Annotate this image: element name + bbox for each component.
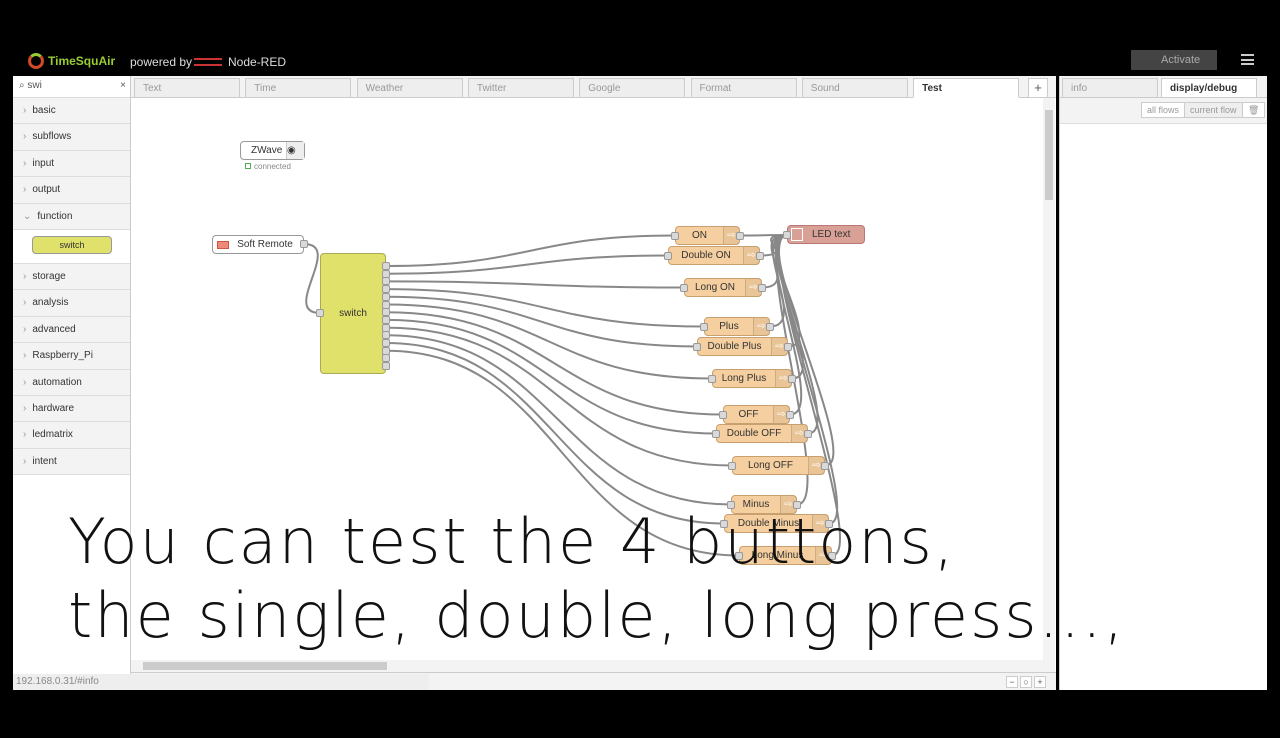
node-port[interactable]	[786, 410, 794, 419]
node-port[interactable]	[736, 231, 744, 240]
node-port[interactable]	[719, 410, 727, 419]
node-port[interactable]	[804, 429, 812, 438]
powered-by: powered by	[130, 55, 193, 69]
wire	[385, 280, 685, 289]
node-port[interactable]	[382, 339, 390, 347]
tab-text[interactable]: Text	[134, 78, 240, 98]
node-port[interactable]	[382, 362, 390, 371]
node-port[interactable]	[382, 262, 390, 270]
horizontal-scrollbar[interactable]	[131, 660, 1043, 672]
menu-icon[interactable]	[1241, 54, 1254, 65]
node-port[interactable]	[766, 322, 774, 331]
node-port[interactable]	[664, 251, 672, 260]
all-flows-button[interactable]: all flows	[1141, 102, 1186, 118]
palette-category-raspberry_pi[interactable]: › Raspberry_Pi	[13, 343, 130, 370]
soft-remote-node[interactable]: Soft Remote	[212, 235, 304, 254]
palette-category-advanced[interactable]: › advanced	[13, 316, 130, 344]
tab-google[interactable]: Google	[579, 78, 686, 98]
node-port[interactable]	[756, 251, 764, 260]
header: TimeSquAir powered by Node-RED Activate	[0, 45, 1280, 75]
node-port[interactable]	[784, 342, 792, 351]
palette-category-analysis[interactable]: › analysis	[13, 290, 130, 317]
current-flow-button[interactable]: current flow	[1184, 102, 1243, 118]
tab-test[interactable]: Test	[913, 78, 1020, 98]
tab-time[interactable]: Time	[245, 78, 352, 98]
zwave-node[interactable]: ZWave ◉	[240, 141, 305, 160]
node-red-icon	[194, 58, 222, 66]
palette-category-ledmatrix[interactable]: › ledmatrix	[13, 422, 130, 449]
status-url: 192.168.0.31/#info	[13, 674, 429, 690]
node-port[interactable]	[758, 283, 766, 292]
wire	[385, 234, 676, 267]
node-port[interactable]	[708, 374, 716, 383]
format-node-2[interactable]: Long ON ⇨	[684, 278, 762, 297]
palette-category-subflows[interactable]: › subflows	[13, 124, 130, 151]
trash-icon[interactable]: 🗑	[1242, 102, 1266, 118]
node-port[interactable]	[382, 292, 390, 301]
tab-info[interactable]: info	[1062, 78, 1158, 98]
node-port[interactable]	[680, 283, 688, 292]
zwave-status: connected	[245, 162, 291, 171]
node-port[interactable]	[382, 308, 390, 317]
format-node-6[interactable]: OFF ⇨	[723, 405, 790, 424]
brand-logo: TimeSquAir	[28, 53, 115, 69]
node-port[interactable]	[712, 429, 720, 438]
led-text-node[interactable]: LED text	[787, 225, 865, 244]
palette-category-output[interactable]: › output	[13, 177, 130, 204]
led-icon	[791, 228, 803, 241]
add-tab-button[interactable]: +	[1028, 78, 1048, 98]
tab-format[interactable]: Format	[690, 78, 797, 98]
node-port[interactable]	[382, 315, 390, 324]
workspace-tabs: + Text Time Weather Twitter Google Format Soun…	[131, 76, 1056, 98]
palette-category-basic[interactable]: › basic	[13, 98, 130, 125]
palette-node-switch[interactable]: switch	[13, 229, 130, 264]
format-node-4[interactable]: Double Plus ⇨	[697, 337, 788, 356]
palette-category-intent[interactable]: › intent	[13, 448, 130, 476]
wire	[303, 243, 321, 314]
node-port[interactable]	[783, 231, 791, 239]
format-node-7[interactable]: Double OFF ⇨	[716, 424, 808, 443]
clear-icon[interactable]: ×	[120, 80, 126, 91]
node-port[interactable]	[693, 342, 701, 351]
zoom-out-button[interactable]: −	[1006, 676, 1018, 688]
remote-icon	[217, 241, 229, 249]
zoom-in-button[interactable]: +	[1034, 676, 1046, 688]
format-node-1[interactable]: Double ON ⇨	[668, 246, 760, 265]
video-caption: You can test the 4 buttons, the single, …	[68, 505, 1126, 652]
zwave-icon: ◉	[286, 142, 304, 159]
palette-search[interactable]: ⌕ swi ×	[13, 76, 130, 98]
format-node-3[interactable]: Plus ⇨	[704, 317, 770, 336]
format-node-0[interactable]: ON ⇨	[675, 226, 740, 245]
node-red-label: Node-RED	[194, 55, 286, 69]
node-port[interactable]	[788, 374, 796, 383]
wire	[385, 311, 724, 416]
palette-category-function[interactable]: ⌄ function	[13, 203, 130, 230]
node-port[interactable]	[300, 240, 308, 248]
switch-node[interactable]: switch	[320, 253, 386, 374]
node-port[interactable]	[700, 322, 708, 331]
deploy-button[interactable]: Activate	[1131, 50, 1217, 70]
tab-weather[interactable]: Weather	[356, 78, 463, 98]
node-port[interactable]	[316, 309, 324, 317]
tab-twitter[interactable]: Twitter	[467, 78, 574, 98]
palette-category-automation[interactable]: › automation	[13, 369, 130, 396]
wire	[385, 334, 732, 506]
palette-category-storage[interactable]: › storage	[13, 263, 130, 291]
node-port[interactable]	[382, 285, 390, 294]
format-node-8[interactable]: Long OFF ⇨	[732, 456, 825, 475]
tab-sound[interactable]: Sound	[801, 78, 908, 98]
zoom-reset-button[interactable]: ○	[1020, 676, 1032, 688]
node-port[interactable]	[671, 231, 679, 240]
wire	[385, 326, 733, 467]
palette-category-hardware[interactable]: › hardware	[13, 395, 130, 423]
tab-debug[interactable]: display/debug	[1161, 78, 1257, 98]
node-port[interactable]	[821, 461, 829, 470]
node-port[interactable]	[728, 461, 736, 470]
palette-category-input[interactable]: › input	[13, 150, 130, 178]
format-node-5[interactable]: Long Plus ⇨	[712, 369, 792, 388]
